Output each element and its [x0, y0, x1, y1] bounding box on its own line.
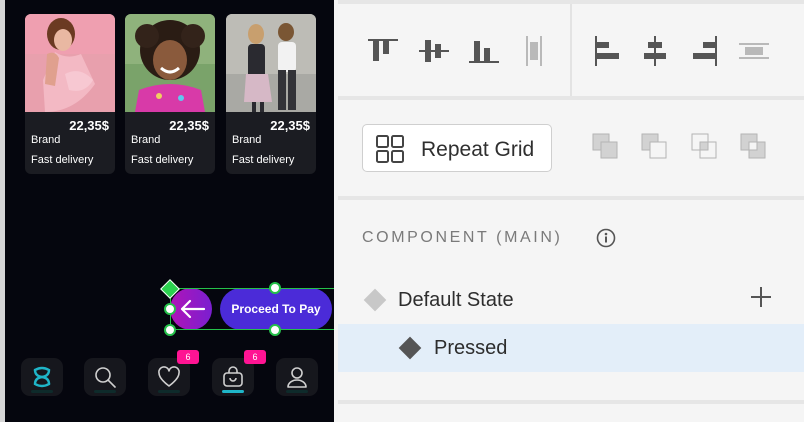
component-section-title: COMPONENT (MAIN): [362, 229, 563, 246]
user-icon: [287, 367, 307, 388]
resize-handle-top[interactable]: [269, 282, 281, 294]
nav-item-home[interactable]: [21, 358, 63, 396]
heart-icon: [158, 366, 180, 387]
state-row-default[interactable]: Default State: [338, 276, 804, 324]
product-brand: Brand: [232, 134, 262, 146]
brand-logo-icon: [33, 366, 51, 388]
add-shapes-icon[interactable]: [591, 132, 621, 162]
product-photo: [25, 14, 115, 112]
product-photo: [125, 14, 215, 112]
intersect-shapes-icon[interactable]: [690, 132, 720, 162]
align-left-icon[interactable]: [590, 34, 624, 68]
repeat-grid-button[interactable]: Repeat Grid: [362, 124, 552, 172]
product-photo: [226, 14, 316, 112]
exclude-shapes-icon[interactable]: [739, 132, 769, 162]
divider: [338, 96, 804, 100]
xd-workspace: 22,35$ Brand Fast delivery 22,35$ Brand …: [0, 0, 804, 422]
divider: [570, 4, 572, 96]
product-brand: Brand: [131, 134, 161, 146]
state-label: Default State: [398, 289, 514, 311]
add-state-icon[interactable]: [750, 286, 772, 308]
state-diamond-icon: [363, 288, 387, 312]
repeat-grid-label: Repeat Grid: [421, 138, 535, 161]
product-price: 22,35$: [69, 118, 109, 133]
nav-item-search[interactable]: [84, 358, 126, 396]
nav-indicator: [158, 390, 180, 393]
nav-item-profile[interactable]: [276, 358, 318, 396]
shopping-bag-icon: [223, 366, 243, 387]
align-right-icon[interactable]: [688, 34, 722, 68]
nav-indicator-active: [222, 390, 244, 393]
distribute-horizontal-icon[interactable]: [737, 34, 771, 68]
cart-count-badge: 6: [244, 350, 266, 364]
arrow-left-icon: [180, 299, 206, 319]
resize-handle-left[interactable]: [164, 303, 176, 315]
info-icon[interactable]: [596, 228, 616, 248]
product-delivery: Fast delivery: [131, 154, 194, 166]
align-top-icon[interactable]: [366, 34, 400, 68]
product-card[interactable]: 22,35$ Brand Fast delivery: [226, 14, 316, 174]
align-vertical-center-icon[interactable]: [417, 34, 451, 68]
search-icon: [95, 367, 116, 388]
mobile-artboard: 22,35$ Brand Fast delivery 22,35$ Brand …: [0, 0, 334, 422]
subtract-shapes-icon[interactable]: [640, 132, 670, 162]
align-horizontal-center-icon[interactable]: [638, 34, 672, 68]
align-bottom-icon[interactable]: [467, 34, 501, 68]
product-price: 22,35$: [270, 118, 310, 133]
nav-indicator: [286, 390, 308, 393]
favorites-count-badge: 6: [177, 350, 199, 364]
property-inspector: Repeat Grid COMPONENT (MAIN) Default Sta…: [338, 0, 804, 422]
state-row-pressed[interactable]: Pressed: [338, 324, 804, 372]
divider: [338, 400, 804, 404]
nav-indicator: [94, 390, 116, 393]
back-button[interactable]: [170, 288, 212, 330]
product-delivery: Fast delivery: [31, 154, 94, 166]
resize-handle-bottom[interactable]: [269, 324, 281, 336]
distribute-vertical-icon[interactable]: [517, 34, 551, 68]
product-price: 22,35$: [169, 118, 209, 133]
repeat-grid-icon: [376, 135, 404, 163]
state-diamond-icon: [398, 336, 422, 360]
state-label: Pressed: [434, 337, 508, 359]
product-delivery: Fast delivery: [232, 154, 295, 166]
product-card[interactable]: 22,35$ Brand Fast delivery: [125, 14, 215, 174]
product-card[interactable]: 22,35$ Brand Fast delivery: [25, 14, 115, 174]
artboard-edge: [0, 0, 5, 422]
product-brand: Brand: [31, 134, 61, 146]
divider: [338, 196, 804, 200]
resize-handle-bottom-left[interactable]: [164, 324, 176, 336]
nav-indicator: [31, 390, 53, 393]
